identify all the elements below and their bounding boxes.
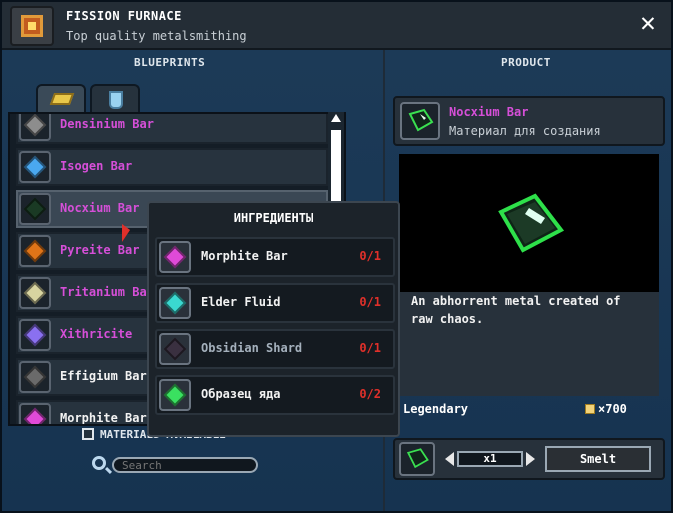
blueprint-item[interactable]: Densinium Bar bbox=[16, 114, 328, 144]
ingredient-name: Образец яда bbox=[201, 387, 281, 401]
blueprint-item-icon bbox=[19, 114, 51, 141]
nocxium-bar-icon bbox=[400, 102, 440, 140]
ingredient-name: Elder Fluid bbox=[201, 295, 281, 309]
ingredient-count: 0/1 bbox=[359, 341, 381, 355]
ingredient-count: 0/1 bbox=[359, 295, 381, 309]
ingot-icon bbox=[49, 93, 75, 105]
ingredient-icon bbox=[159, 379, 191, 411]
product-description: An abhorrent metal created of raw chaos. bbox=[411, 294, 621, 326]
blueprint-item-label: Tritanium Bar bbox=[60, 285, 154, 299]
ingredient-row: Elder Fluid 0/1 bbox=[155, 283, 395, 323]
ingredient-icon bbox=[159, 287, 191, 319]
materials-available-checkbox[interactable] bbox=[82, 428, 94, 440]
blueprint-item-label: Xithricite bbox=[60, 327, 133, 341]
price-label: ×700 bbox=[598, 402, 627, 416]
ingredient-name: Obsidian Shard bbox=[201, 341, 303, 355]
window-subtitle: Top quality metalsmithing bbox=[66, 29, 247, 43]
blueprint-item-icon bbox=[19, 193, 51, 225]
ingredient-count: 0/2 bbox=[359, 387, 381, 401]
ingredient-name: Morphite Bar bbox=[201, 249, 288, 263]
product-preview bbox=[399, 154, 659, 292]
nocxium-bar-image bbox=[498, 193, 565, 253]
blueprint-item-icon bbox=[19, 235, 51, 267]
craft-bar: x1 Smelt bbox=[393, 438, 665, 480]
nocxium-bar-small-icon bbox=[399, 442, 435, 476]
scroll-up-icon[interactable] bbox=[331, 114, 341, 122]
product-description-box: An abhorrent metal created of raw chaos. bbox=[399, 292, 659, 396]
product-name: Nocxium Bar bbox=[449, 105, 529, 119]
search-box bbox=[92, 456, 260, 474]
ingredient-row: Morphite Bar 0/1 bbox=[155, 237, 395, 277]
blueprint-item-icon bbox=[19, 361, 51, 393]
blueprint-item-icon bbox=[19, 277, 51, 309]
ingredients-tooltip: ИНГРЕДИЕНТЫ Morphite Bar 0/1 Elder Fluid 0/… bbox=[147, 201, 400, 437]
blueprint-item-label: Effigium Bar bbox=[60, 369, 147, 383]
close-icon[interactable]: ✕ bbox=[635, 10, 661, 36]
pixel-currency-icon bbox=[585, 404, 595, 414]
blueprint-item-label: Morphite Bar bbox=[60, 411, 147, 425]
blueprint-item-icon bbox=[19, 319, 51, 351]
ingredient-row: Obsidian Shard 0/1 bbox=[155, 329, 395, 369]
blueprint-item-icon bbox=[19, 403, 51, 424]
search-icon bbox=[92, 456, 106, 470]
blueprint-item[interactable]: Isogen Bar bbox=[16, 148, 328, 186]
search-input[interactable] bbox=[112, 457, 258, 473]
ingredient-count: 0/1 bbox=[359, 249, 381, 263]
flask-icon bbox=[109, 91, 123, 109]
tab-liquids[interactable] bbox=[90, 84, 140, 114]
mouse-cursor-icon bbox=[122, 224, 130, 242]
blueprint-item-label: Isogen Bar bbox=[60, 159, 133, 173]
decrease-quantity-icon[interactable] bbox=[445, 452, 454, 466]
blueprint-item-label: Densinium Bar bbox=[60, 117, 154, 131]
product-heading: PRODUCT bbox=[501, 56, 551, 69]
blueprint-item-label: Nocxium Bar bbox=[60, 201, 140, 215]
product-type: Материал для создания bbox=[449, 124, 601, 138]
smelt-button[interactable]: Smelt bbox=[545, 446, 651, 472]
product-header: Nocxium Bar Материал для создания bbox=[393, 96, 665, 146]
blueprint-item-icon bbox=[19, 151, 51, 183]
rarity-label: Legendary bbox=[403, 402, 469, 416]
blueprint-item-label: Pyreite Bar bbox=[60, 243, 140, 257]
ingredient-icon bbox=[159, 333, 191, 365]
window-header: FISSION FURNACE Top quality metalsmithin… bbox=[2, 2, 671, 50]
furnace-icon bbox=[10, 6, 54, 46]
increase-quantity-icon[interactable] bbox=[526, 452, 535, 466]
ingredients-title: ИНГРЕДИЕНТЫ bbox=[233, 211, 314, 225]
window-title: FISSION FURNACE bbox=[66, 9, 182, 23]
ingredient-row: Образец яда 0/2 bbox=[155, 375, 395, 415]
quantity-field[interactable]: x1 bbox=[457, 451, 523, 467]
ingredient-icon bbox=[159, 241, 191, 273]
tab-bars[interactable] bbox=[36, 84, 86, 114]
blueprints-heading: BLUEPRINTS bbox=[134, 56, 206, 69]
